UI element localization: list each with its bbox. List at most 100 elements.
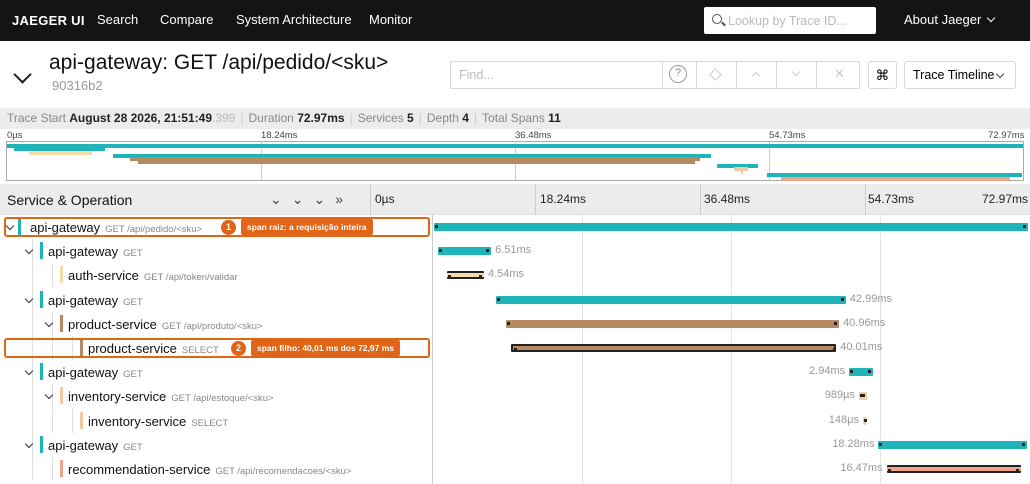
span-name-cell[interactable]: product-service GET /api/produto/<sku> [0,311,432,336]
trace-id-lookup[interactable] [704,7,876,34]
span-log-marker [439,249,443,253]
trace-start-ms: .399 [212,111,236,125]
span-bar[interactable] [438,247,492,256]
span-row[interactable]: product-service GET /api/produto/<sku> 40.… [0,311,1030,336]
span-name-cell[interactable]: api-gateway GET [0,360,432,385]
trace-header: api-gateway: GET /api/pedido/<sku> 90316… [0,41,1030,108]
expand-all-icon[interactable]: ⌄ [313,191,335,207]
service-color-bar [40,242,43,260]
span-service-name: api-gateway [48,292,119,308]
span-bar[interactable] [510,344,837,352]
locate-icon [709,68,722,81]
view-type-label: Trace Timeline [913,68,995,82]
span-row[interactable]: inventory-service GET /api/estoque/<sku> 9… [0,384,1030,409]
span-row[interactable]: inventory-service SELECT 148µs [0,408,1030,433]
span-duration-label: 16.47ms [840,462,883,474]
view-type-select[interactable]: Trace Timeline [904,61,1016,89]
column-resizer[interactable] [370,184,371,215]
total-spans-value: 11 [548,111,561,125]
span-bar[interactable] [878,440,1028,449]
about-jaeger-menu[interactable]: About Jaeger [904,12,996,27]
span-duration-label: 4.54ms [487,268,525,281]
span-name-cell[interactable]: inventory-service GET /api/estoque/<sku> [0,384,432,409]
chevron-down-icon [791,67,801,77]
span-duration-label: 42.99ms [849,292,893,305]
span-bar[interactable] [849,368,874,377]
span-bar[interactable] [858,392,867,401]
span-bar[interactable] [505,319,840,328]
span-row[interactable]: api-gateway GET 18.28ms [0,432,1030,457]
minimap-span-bar [137,160,695,165]
collapse-one-icon[interactable]: ⌄ [270,191,292,207]
trace-id: 90316b2 [52,78,103,93]
expand-one-icon[interactable]: ⌄ [292,191,314,207]
timeline-tick-3: 54.73ms [868,192,915,206]
nav-compare-link[interactable]: Compare [160,12,213,27]
span-name-cell[interactable]: auth-service GET /api/token/validar [0,263,432,288]
annotation-1-callout: span raiz: a requisição inteira [241,219,373,235]
span-log-marker [850,370,854,374]
span-operation-name: GET /api/produto/<sku> [161,320,263,332]
depth-label: Depth [426,111,459,125]
services-value: 5 [407,111,414,125]
minimap-span-bar [29,150,93,155]
minimap-tick-2: 36.48ms [515,130,552,141]
locate-button[interactable] [696,62,736,88]
annotation-2-badge: 2 [231,341,246,356]
span-name-cell[interactable]: api-gateway GET [0,432,432,457]
span-row[interactable]: recommendation-service GET /api/recomenda… [0,457,1030,481]
next-match-button[interactable] [776,62,816,88]
trace-summary: Trace Start August 28 2026, 21:51:49.399… [0,108,1030,129]
span-bar[interactable] [495,295,846,304]
span-service-name: inventory-service [68,389,167,405]
tree-controls: ⌄⌄⌄» [270,191,353,208]
span-service-name: api-gateway [48,365,119,381]
span-row[interactable]: api-gateway GET 2.94ms [0,360,1030,385]
span-bar[interactable] [862,416,867,425]
span-service-name: recommendation-service [68,462,211,477]
collapse-chevron-icon[interactable] [13,65,32,84]
span-log-marker [486,249,490,253]
span-bar[interactable] [886,465,1021,473]
find-input[interactable] [459,68,654,82]
keyboard-shortcuts-button[interactable]: ⌘ [868,61,897,89]
prev-match-button[interactable] [736,62,776,88]
span-row[interactable]: auth-service GET /api/token/validar 4.54ms [0,263,1030,288]
jaeger-logo[interactable]: JAEGER UI [12,13,85,28]
chevron-up-icon [751,71,761,81]
span-name-cell[interactable]: api-gateway GET [0,239,432,264]
span-name-cell[interactable]: recommendation-service GET /api/recomenda… [0,457,432,481]
timeline-tick-2: 36.48ms [704,192,751,206]
span-operation-name: GET [123,296,143,308]
span-duration-label: 989µs [824,389,855,402]
span-operation-name: GET [123,369,143,381]
span-service-name: api-gateway [48,244,119,260]
span-service-name: inventory-service [88,413,187,429]
span-service-name: auth-service [68,268,139,284]
help-icon[interactable]: ? [669,65,687,83]
span-log-marker [834,321,838,325]
span-bar[interactable] [447,271,484,280]
nav-system-architecture-link[interactable]: System Architecture [236,12,352,27]
span-duration-label: 6.51ms [495,244,532,257]
clear-find-button[interactable]: ✕ [816,62,860,88]
span-log-marker [1022,442,1026,446]
collapse-all-icon[interactable]: » [335,191,353,207]
span-name-cell[interactable]: inventory-service SELECT [0,408,432,433]
duration-label: Duration [248,111,294,125]
span-log-marker [887,469,891,472]
span-name-cell[interactable]: api-gateway GET [0,287,432,312]
nav-monitor-link[interactable]: Monitor [369,12,412,27]
minimap-tick-3: 54.73ms [769,130,806,141]
service-color-bar [60,314,63,332]
trace-id-input[interactable] [728,11,872,30]
span-row[interactable]: api-gateway GET 42.99ms [0,287,1030,312]
trace-minimap[interactable]: 0µs 18.24ms 36.48ms 54.73ms 72.97ms [0,129,1030,184]
nav-search-link[interactable]: Search [97,12,138,27]
span-row[interactable]: api-gateway GET 6.51ms [0,239,1030,264]
span-log-marker [496,297,500,301]
span-bar[interactable] [434,223,1028,231]
service-color-bar [60,460,63,477]
service-color-bar [40,290,43,308]
minimap-canvas[interactable] [6,141,1024,181]
